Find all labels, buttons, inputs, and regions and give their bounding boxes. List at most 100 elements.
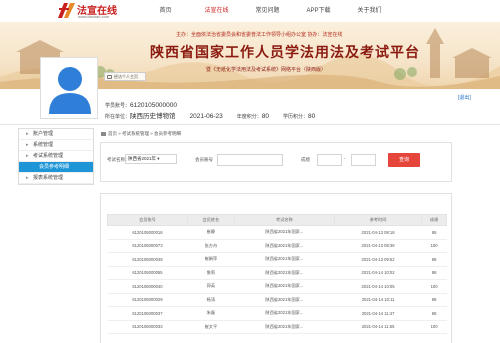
table-cell: 98 xyxy=(421,293,447,307)
table-row[interactable]: 6120105000055 詹莉 陕西省2021年国家... 2021-04-14 1… xyxy=(107,266,447,280)
table-cell: 陕西省2021年国家... xyxy=(234,279,335,294)
table-header-row: 会员账号 会员姓名 考试名称 参考时间 成绩 xyxy=(107,214,447,226)
table-cell: 2021-04-14 10:05 xyxy=(334,279,422,294)
sidebar-item[interactable]: ▸ 考试系统管理 xyxy=(19,151,93,162)
logout-link[interactable]: [退出] xyxy=(458,94,471,101)
table-cell: 陕西省2021年国家... xyxy=(234,293,335,307)
sidebar-menu: ▸ 账户管理 ▸ 系统管理 ▸ 考试系统管理 会员参考明细 ▸ 报表系统管理 xyxy=(18,128,94,185)
banner-host-line: 主办：全面依法治省委员会和省委普法工作领导小组办公室 协办：法宣在线 xyxy=(176,32,343,38)
study-points: 80 xyxy=(308,113,316,120)
table-cell: 陕西省2021年国家... xyxy=(234,239,335,253)
table-cell: 2021-04-14 10:11 xyxy=(334,293,422,307)
results-panel: 会员账号 会员姓名 考试名称 参考时间 成绩 6120105000018 崔静 陕西省202… xyxy=(100,193,452,343)
table-cell: 6120105000037 xyxy=(107,306,188,321)
banner-subtitle: 暨《无纸化学法用法及考试系统》网络平台（陕西版） xyxy=(206,67,327,73)
sidebar-item-label: 账户管理 xyxy=(33,131,54,137)
column-header: 参考时间 xyxy=(333,214,423,226)
table-row[interactable]: 6120105000029 杨涛 陕西省2021年国家... 2021-04-14 1… xyxy=(107,293,447,307)
table-cell: 100 xyxy=(421,320,447,334)
sidebar-item-label: 报表系统管理 xyxy=(33,175,64,181)
table-cell: 2021-04-14 11:47 xyxy=(334,306,422,321)
table-cell: 98 xyxy=(421,306,447,321)
chevron-right-icon: ▸ xyxy=(26,142,29,148)
table-cell: 朱磊 xyxy=(187,306,235,321)
table-cell: 2021-04-13 08:18 xyxy=(334,225,422,240)
table-cell: 6120105000055 xyxy=(107,266,188,280)
table-cell: 詹莉 xyxy=(187,266,235,280)
table-row[interactable]: 6120105000073 张方舟 陕西省2021年国家... 2021-04-13 … xyxy=(107,239,447,253)
chevron-right-icon: ▸ xyxy=(26,153,29,159)
table-cell: 6120105000049 xyxy=(107,252,188,267)
member-account-input[interactable] xyxy=(217,154,283,166)
sidebar-item[interactable]: ▸ 系统管理 xyxy=(19,140,93,151)
avatar[interactable] xyxy=(40,57,98,119)
nav-item[interactable]: 关于我们 xyxy=(344,0,395,22)
table-cell: 崔静 xyxy=(187,225,235,240)
score-min-input[interactable] xyxy=(317,154,342,166)
table-row[interactable]: 6120105000049 崔娟萍 陕西省2021年国家... 2021-04-13 … xyxy=(107,252,447,267)
table-cell: 6120105000029 xyxy=(107,293,188,307)
table-row[interactable]: 6120105000018 崔静 陕西省2021年国家... 2021-04-13 0… xyxy=(107,225,447,240)
table-cell: 6120105000040 xyxy=(107,279,188,294)
profile-info: 学员账号：6120105000000 所在单位：陕西历史博物馆 2021-06-2… xyxy=(105,100,315,122)
profile-date: 2021-06-23 xyxy=(189,113,223,120)
main-nav: 首页 法宣在线 常见问题 APP下载 关于我们 xyxy=(140,0,395,22)
sidebar-item[interactable]: ▸ 报表系统管理 xyxy=(19,173,93,184)
sidebar-item[interactable]: 会员参考明细 xyxy=(19,162,93,173)
table-cell: 98 xyxy=(421,252,447,267)
breadcrumb-text[interactable]: 首页 » 考试系统管理 » 会员参考明细 xyxy=(108,131,181,136)
exam-name-select[interactable]: 陕西省2021年 ▾ xyxy=(125,154,177,164)
column-header: 成绩 xyxy=(421,214,447,226)
logo-url: www.ifaxuan.com xyxy=(78,14,110,19)
table-cell: 张方舟 xyxy=(187,239,235,253)
column-header: 会员姓名 xyxy=(186,214,235,226)
sidebar-item-label: 系统管理 xyxy=(33,142,54,148)
top-navbar: 法宣在线 www.ifaxuan.com 首页 法宣在线 常见问题 APP下载 关于我们 xyxy=(0,0,500,22)
chevron-right-icon: ▸ xyxy=(26,175,29,181)
nav-item[interactable]: 常见问题 xyxy=(242,0,293,22)
table-cell: 陕西省2021年国家... xyxy=(234,320,335,334)
search-button[interactable]: 查询 xyxy=(388,153,420,167)
table-cell: 杨涛 xyxy=(187,293,235,307)
member-account-label: 会员账号 xyxy=(195,157,213,162)
table-cell: 崔文平 xyxy=(187,320,235,334)
sidebar-item-label: 考试系统管理 xyxy=(33,153,64,159)
table-row[interactable]: 6120105000040 郭英 陕西省2021年国家... 2021-04-14 1… xyxy=(107,279,447,294)
table-cell: 2021-04-13 09:52 xyxy=(334,252,422,267)
site-logo[interactable]: 法宣在线 www.ifaxuan.com xyxy=(58,2,133,20)
year-points-label: 年度积分： xyxy=(236,114,262,120)
study-points-label: 学历积分： xyxy=(283,114,309,120)
column-header: 会员账号 xyxy=(107,214,188,226)
learner-no: 6120105000000 xyxy=(130,102,178,109)
column-header: 考试名称 xyxy=(233,214,335,226)
unit-label: 所在单位： xyxy=(105,114,131,120)
home-icon xyxy=(101,131,106,136)
nav-item[interactable]: 首页 xyxy=(140,0,191,22)
filter-panel: 考试名称： 陕西省2021年 ▾ 会员账号 成绩 - 查询 xyxy=(100,142,452,182)
nav-item[interactable]: APP下载 xyxy=(293,0,344,22)
visit-homepage-button[interactable]: 经访个人主页 xyxy=(104,72,146,81)
year-points: 80 xyxy=(261,113,270,120)
table-cell: 郭英 xyxy=(187,279,235,294)
nav-item[interactable]: 法宣在线 xyxy=(191,0,242,22)
learner-no-label: 学员账号： xyxy=(105,103,131,109)
logo-mark-icon xyxy=(58,3,75,18)
table-cell: 2021-04-13 08:38 xyxy=(334,239,422,253)
sidebar-item-label: 会员参考明细 xyxy=(39,164,70,170)
score-label: 成绩 xyxy=(301,157,310,162)
table-cell: 6120105000073 xyxy=(107,239,188,253)
sidebar-item[interactable]: ▸ 账户管理 xyxy=(19,129,93,140)
table-cell: 100 xyxy=(421,279,447,294)
table-cell: 6120105000018 xyxy=(107,225,188,240)
camera-icon xyxy=(107,75,112,79)
table-cell: 陕西省2021年国家... xyxy=(234,225,335,240)
results-table: 会员账号 会员姓名 考试名称 参考时间 成绩 6120105000018 崔静 陕西省202… xyxy=(107,214,447,334)
visit-homepage-label: 经访个人主页 xyxy=(114,74,138,79)
table-cell: 陕西省2021年国家... xyxy=(234,306,335,321)
score-max-input[interactable] xyxy=(351,154,376,166)
banner-title: 陕西省国家工作人员学法用法及考试平台 xyxy=(150,45,420,61)
table-row[interactable]: 6120105000037 朱磊 陕西省2021年国家... 2021-04-14 1… xyxy=(107,306,447,321)
table-cell: 98 xyxy=(421,266,447,280)
divider xyxy=(0,124,500,125)
table-row[interactable]: 6120105000033 崔文平 陕西省2021年国家... 2021-04-14 … xyxy=(107,320,447,334)
